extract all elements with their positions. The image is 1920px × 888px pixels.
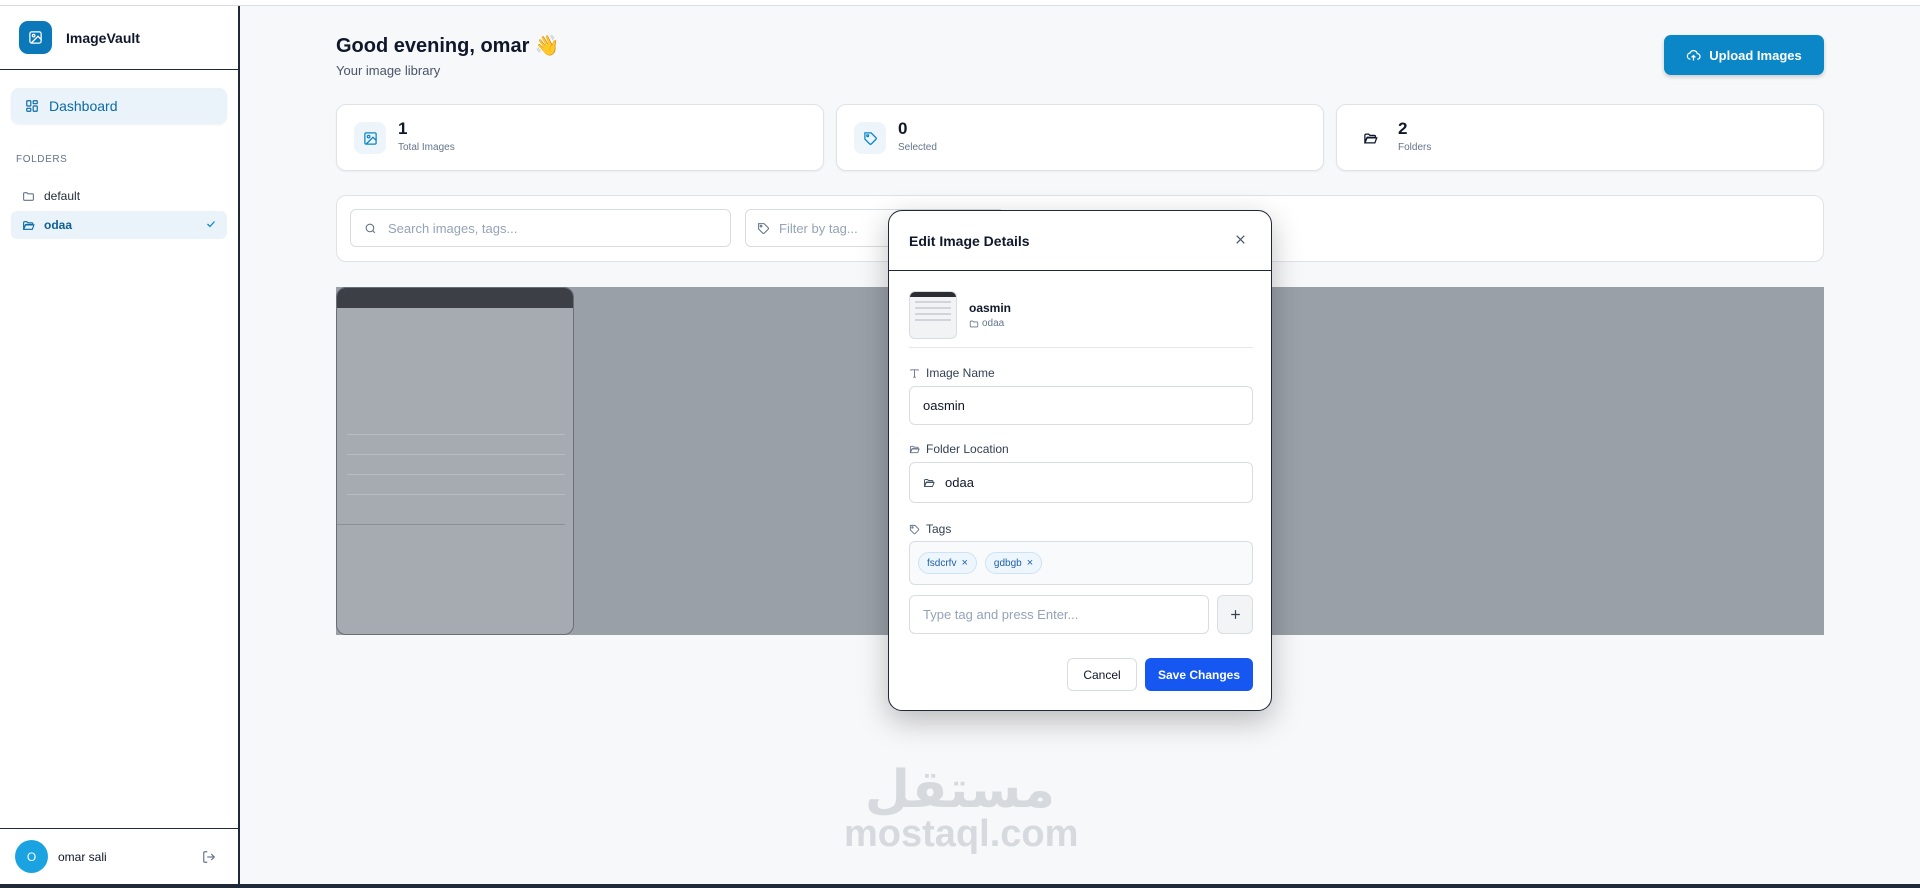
modal-header: Edit Image Details [889,211,1271,271]
folder-location-select[interactable]: odaa [909,462,1253,503]
tag-chip: fsdcrfv × [918,552,977,574]
user-bar: O omar sali [0,828,238,884]
tag-chip-label: gdbgb [993,557,1022,569]
sidebar-folder-odaa[interactable]: odaa [11,211,227,239]
tag-input-placeholder: Type tag and press Enter... [923,607,1079,622]
folder-label: default [44,189,81,203]
folder-icon [23,191,34,201]
image-name-label: Image Name [909,366,995,380]
image-icon [354,122,386,154]
stat-label: Folders [1398,142,1432,153]
page-title: Good evening, omar 👋 [336,35,560,57]
modal-divider [909,347,1253,348]
image-logo-icon [19,21,52,54]
preview-line [915,307,951,309]
folder-open-icon [923,478,935,487]
image-card-line [347,454,565,455]
plus-icon [1230,610,1240,619]
image-card-line [347,474,565,475]
field-label-text: Image Name [926,366,995,380]
dashboard-grid-icon [26,100,38,112]
preview-line [915,301,951,303]
image-name-value: oasmin [923,398,965,413]
search-input[interactable]: Search images, tags... [350,209,731,247]
edit-image-modal: Edit Image Details oasmin odaa Image Nam… [888,210,1272,711]
add-tag-button[interactable] [1217,595,1253,634]
image-card-line [347,494,565,495]
field-label-text: Folder Location [926,442,1009,456]
text-type-icon [910,368,919,378]
folder-open-icon [909,445,920,453]
tags-label: Tags [909,522,951,536]
sidebar-folder-default[interactable]: default [11,182,227,210]
preview-line [915,319,951,321]
tag-icon [854,122,886,154]
folder-location-value: odaa [945,475,974,490]
page-subtitle: Your image library [336,63,441,78]
remove-tag-icon[interactable]: × [961,557,967,569]
stat-folders: 2 Folders [1336,104,1824,171]
watermark-latin: mostaql.com [844,813,1079,855]
user-name: omar sali [58,849,107,864]
image-preview-thumbnail [909,291,957,339]
search-icon [365,223,376,233]
watermark-arabic: مستقل [864,760,1056,820]
modal-title: Edit Image Details [909,233,1030,249]
tag-icon [909,524,920,534]
tag-chip-label: fsdcrfv [927,557,957,569]
stat-value: 1 [398,119,408,138]
cloud-upload-icon [1687,49,1701,60]
top-border [0,0,1920,6]
brand[interactable]: ImageVault [0,6,238,70]
folder-open-icon [1354,122,1386,154]
image-card[interactable] [336,287,574,635]
remove-tag-icon[interactable]: × [1027,557,1033,569]
image-card-header [337,288,573,308]
tag-filter-placeholder: Filter by tag... [779,220,858,236]
close-icon[interactable] [1234,233,1247,246]
sidebar-item-dashboard[interactable]: Dashboard [11,88,227,124]
folder-icon [969,320,979,327]
sidebar: ImageVault Dashboard FOLDERS default oda… [0,6,240,884]
preview-folder-label: odaa [982,318,1005,329]
folder-location-label: Folder Location [909,442,1009,456]
image-name-input[interactable]: oasmin [909,386,1253,425]
preview-line [915,313,951,315]
upload-label: Upload Images [1709,47,1802,63]
stat-label: Selected [898,142,937,153]
tag-chip: gdbgb × [984,552,1043,574]
tag-input[interactable]: Type tag and press Enter... [909,595,1209,634]
folders-heading: FOLDERS [16,154,68,165]
tags-container: fsdcrfv × gdbgb × [909,541,1253,585]
search-placeholder: Search images, tags... [388,220,518,236]
folder-label: odaa [44,218,73,232]
stat-total-images: 1 Total Images [336,104,824,171]
stat-selected: 0 Selected [836,104,1324,171]
field-label-text: Tags [926,522,952,536]
preview-folder: odaa [969,318,1004,329]
upload-images-button[interactable]: Upload Images [1664,35,1824,75]
logout-icon[interactable] [202,850,216,864]
image-card-divider [337,524,565,525]
stat-value: 2 [1398,119,1408,138]
folder-open-icon [22,220,35,230]
avatar[interactable]: O [15,840,48,873]
cancel-button[interactable]: Cancel [1067,658,1137,691]
save-changes-button[interactable]: Save Changes [1145,658,1253,691]
watermark: مستقل mostaql.com [844,760,1079,855]
check-icon [207,221,215,228]
app-name: ImageVault [66,29,140,46]
bottom-border [0,884,1920,888]
preview-bar [910,292,956,297]
stat-label: Total Images [398,142,455,153]
preview-image-name: oasmin [969,301,1012,315]
image-card-line [347,434,565,435]
sidebar-item-label: Dashboard [49,98,118,114]
tag-icon [758,222,769,234]
stat-value: 0 [898,119,908,138]
